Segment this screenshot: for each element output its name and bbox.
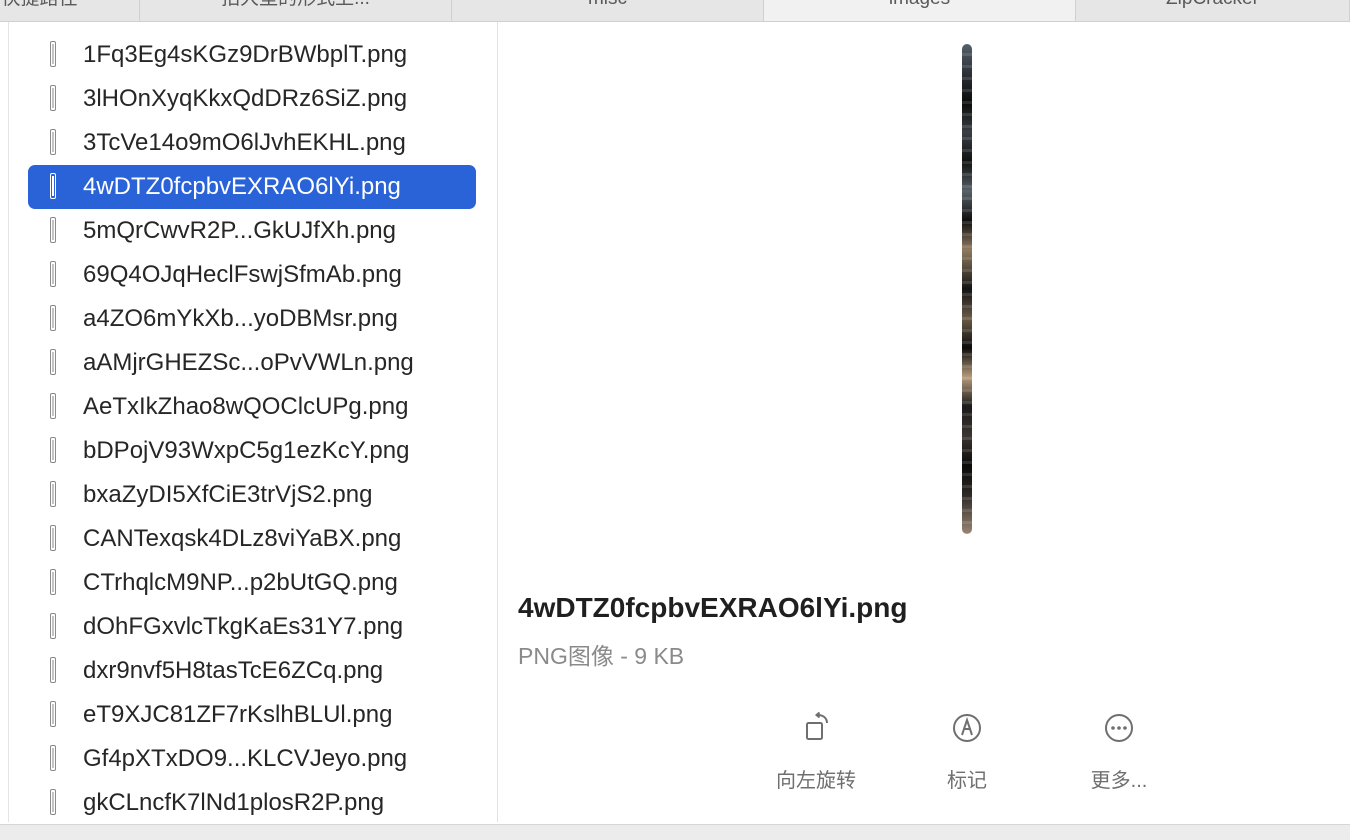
more-button[interactable]: 更多... — [1059, 712, 1179, 798]
more-label: 更多... — [1090, 770, 1148, 792]
png-file-icon — [50, 305, 56, 331]
png-file-icon — [50, 613, 56, 639]
tab-zipcracker[interactable]: ZipCracker — [1076, 0, 1350, 21]
rotate-left-label: 向左旋转 — [776, 770, 856, 792]
file-row[interactable]: gkCLncfK7lNd1plosR2P.png — [28, 781, 476, 822]
file-name: gkCLncfK7lNd1plosR2P.png — [83, 789, 385, 816]
file-name: dxr9nvf5H8tasTcE6ZCq.png — [83, 657, 384, 684]
file-name: CANTexqsk4DLz8viYaBX.png — [83, 525, 402, 552]
file-row[interactable]: Gf4pXTxDO9...KLCVJeyo.png — [28, 737, 476, 781]
file-name: Gf4pXTxDO9...KLCVJeyo.png — [83, 745, 408, 772]
png-file-icon — [50, 569, 56, 595]
file-name: 1Fq3Eg4sKGz9DrBWbplT.png — [83, 41, 408, 68]
file-row[interactable]: 3TcVe14o9mO6lJvhEKHL.png — [28, 121, 476, 165]
file-row[interactable]: AeTxIkZhao8wQOClcUPg.png — [28, 385, 476, 429]
file-row[interactable]: CANTexqsk4DLz8viYaBX.png — [28, 517, 476, 561]
file-row[interactable]: CTrhqlcM9NP...p2bUtGQ.png — [28, 561, 476, 605]
preview-file-title: 4wDTZ0fcpbvEXRAO6lYi.png — [518, 592, 908, 623]
file-row-selected[interactable]: 4wDTZ0fcpbvEXRAO6lYi.png — [28, 165, 476, 209]
png-file-icon — [50, 481, 56, 507]
rotate-left-button[interactable]: 向左旋转 — [756, 712, 876, 798]
png-file-icon — [50, 393, 56, 419]
tab-label: 拍大型的形式上... — [140, 0, 451, 10]
file-name: AeTxIkZhao8wQOClcUPg.png — [83, 393, 409, 420]
file-row[interactable]: eT9XJC81ZF7rKslhBLUl.png — [28, 693, 476, 737]
file-name: bDPojV93WxpC5g1ezKcY.png — [83, 437, 410, 464]
file-name: dOhFGxvlcTkgKaEs31Y7.png — [83, 613, 404, 640]
png-file-icon — [50, 701, 56, 727]
file-name: 3lHOnXyqKkxQdDRz6SiZ.png — [83, 85, 408, 112]
file-name: CTrhqlcM9NP...p2bUtGQ.png — [83, 569, 398, 596]
markup-label: 标记 — [947, 770, 987, 792]
tab-label: misc — [452, 0, 763, 10]
file-name: 5mQrCwvR2P...GkUJfXh.png — [83, 217, 396, 244]
file-row[interactable]: dxr9nvf5H8tasTcE6ZCq.png — [28, 649, 476, 693]
file-row[interactable]: 5mQrCwvR2P...GkUJfXh.png — [28, 209, 476, 253]
png-file-icon — [50, 789, 56, 815]
file-row[interactable]: bxaZyDI5XfCiE3trVjS2.png — [28, 473, 476, 517]
markup-button[interactable]: 标记 — [907, 712, 1027, 798]
file-row[interactable]: dOhFGxvlcTkgKaEs31Y7.png — [28, 605, 476, 649]
bottom-status-bar — [0, 824, 1350, 840]
png-file-icon — [50, 173, 56, 199]
file-name: aAMjrGHEZSc...oPvVWLn.png — [83, 349, 414, 376]
file-name: bxaZyDI5XfCiE3trVjS2.png — [83, 481, 373, 508]
preview-pane: 4wDTZ0fcpbvEXRAO6lYi.png PNG图像 - 9 KB 向左… — [498, 22, 1350, 822]
image-thumbnail[interactable] — [962, 44, 972, 534]
tab-bar: 快捷路径 拍大型的形式上... misc images ZipCracker — [0, 0, 1350, 22]
file-row[interactable]: bDPojV93WxpC5g1ezKcY.png — [28, 429, 476, 473]
png-file-icon — [50, 437, 56, 463]
preview-file-meta: PNG图像 - 9 KB — [518, 643, 685, 669]
tab-label: 快捷路径 — [0, 0, 139, 10]
rotate-left-icon — [806, 712, 828, 740]
file-name: a4ZO6mYkXb...yoDBMsr.png — [83, 305, 398, 332]
file-list[interactable]: 1Fq3Eg4sKGz9DrBWbplT.png 3lHOnXyqKkxQdDR… — [9, 22, 498, 822]
file-name: 69Q4OJqHeclFswjSfmAb.png — [83, 261, 402, 288]
tab-images[interactable]: images — [764, 0, 1076, 21]
png-file-icon — [50, 217, 56, 243]
file-row[interactable]: aAMjrGHEZSc...oPvVWLn.png — [28, 341, 476, 385]
tab-label: images — [764, 0, 1075, 10]
png-file-icon — [50, 657, 56, 683]
png-file-icon — [50, 349, 56, 375]
file-name: eT9XJC81ZF7rKslhBLUl.png — [83, 701, 393, 728]
markup-icon — [953, 714, 981, 742]
file-name: 4wDTZ0fcpbvEXRAO6lYi.png — [83, 173, 401, 200]
file-row[interactable]: 3lHOnXyqKkxQdDRz6SiZ.png — [28, 77, 476, 121]
more-icon — [1105, 714, 1133, 742]
column-gutter — [0, 22, 9, 822]
tab-quick-path[interactable]: 快捷路径 — [0, 0, 140, 21]
tab-label: ZipCracker — [1076, 0, 1349, 10]
file-row[interactable]: 69Q4OJqHeclFswjSfmAb.png — [28, 253, 476, 297]
png-file-icon — [50, 129, 56, 155]
file-row[interactable]: a4ZO6mYkXb...yoDBMsr.png — [28, 297, 476, 341]
tab-large-form[interactable]: 拍大型的形式上... — [140, 0, 452, 21]
png-file-icon — [50, 41, 56, 67]
png-file-icon — [50, 525, 56, 551]
file-row[interactable]: 1Fq3Eg4sKGz9DrBWbplT.png — [28, 33, 476, 77]
tab-misc[interactable]: misc — [452, 0, 764, 21]
file-name: 3TcVe14o9mO6lJvhEKHL.png — [83, 129, 406, 156]
png-file-icon — [50, 85, 56, 111]
png-file-icon — [50, 745, 56, 771]
png-file-icon — [50, 261, 56, 287]
